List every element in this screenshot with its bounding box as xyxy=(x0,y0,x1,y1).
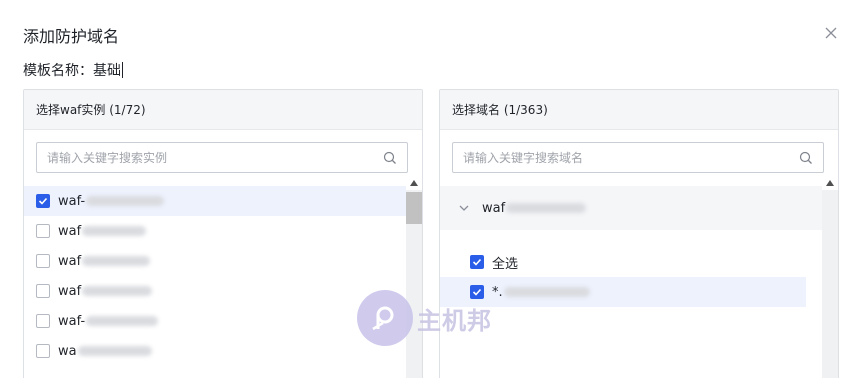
redacted-text xyxy=(77,346,152,356)
select-all-label: 全选 xyxy=(492,256,519,272)
template-name-row: 模板名称： 基础 xyxy=(23,60,123,80)
redacted-text xyxy=(82,256,151,266)
watermark: 主机邦 xyxy=(357,290,492,346)
template-name-label: 模板名称： xyxy=(23,63,93,79)
redacted-text xyxy=(503,287,590,297)
group-label: waf xyxy=(482,200,506,216)
template-name-value[interactable]: 基础 xyxy=(93,60,121,80)
instance-panel-header: 选择waf实例 (1/72) xyxy=(24,90,422,130)
search-icon[interactable] xyxy=(799,151,813,165)
redacted-text xyxy=(86,196,165,206)
checkbox[interactable] xyxy=(36,194,50,208)
chevron-down-icon[interactable] xyxy=(458,202,470,214)
list-item[interactable]: waf xyxy=(24,216,406,246)
instance-name: wa xyxy=(58,343,77,359)
instance-search[interactable] xyxy=(36,142,408,173)
list-item[interactable]: waf- xyxy=(24,186,406,216)
scroll-thumb[interactable] xyxy=(406,192,422,224)
scrollbar[interactable] xyxy=(406,176,422,378)
scrollbar[interactable] xyxy=(822,176,838,378)
watermark-logo-icon xyxy=(357,290,413,346)
checkbox[interactable] xyxy=(36,254,50,268)
list-item[interactable]: waf- xyxy=(24,306,406,336)
checkbox[interactable] xyxy=(36,224,50,238)
redacted-text xyxy=(82,286,153,296)
watermark-text: 主机邦 xyxy=(417,306,492,335)
scroll-up-arrow-icon[interactable] xyxy=(406,176,422,190)
select-all-item[interactable]: 全选 xyxy=(440,247,806,277)
domain-panel: 选择域名 (1/363) waf 全选 *. xyxy=(439,89,839,378)
domain-search-input[interactable] xyxy=(463,150,799,165)
list-item[interactable]: wa xyxy=(24,336,406,366)
redacted-text xyxy=(86,316,159,326)
text-cursor xyxy=(122,62,123,78)
domain-name: *. xyxy=(492,284,503,300)
instance-search-input[interactable] xyxy=(47,150,383,165)
checkbox[interactable] xyxy=(36,284,50,298)
search-icon[interactable] xyxy=(383,151,397,165)
scroll-up-arrow-icon[interactable] xyxy=(822,176,838,190)
domain-list: 全选 *. xyxy=(440,247,806,307)
domain-panel-header: 选择域名 (1/363) xyxy=(440,90,838,130)
checkbox[interactable] xyxy=(470,255,484,269)
domain-item[interactable]: *. xyxy=(440,277,806,307)
list-item[interactable]: waf xyxy=(24,246,406,276)
instance-list: waf- waf waf waf waf- wa xyxy=(24,186,406,366)
checkbox[interactable] xyxy=(36,344,50,358)
dialog-title: 添加防护域名 xyxy=(23,27,120,46)
instance-name: waf- xyxy=(58,193,86,209)
instance-name: waf- xyxy=(58,313,86,329)
instance-name: waf xyxy=(58,283,82,299)
instance-group-row[interactable]: waf xyxy=(440,186,822,230)
instance-name: waf xyxy=(58,223,82,239)
checkbox[interactable] xyxy=(36,314,50,328)
list-item[interactable]: waf xyxy=(24,276,406,306)
domain-search[interactable] xyxy=(452,142,824,173)
close-icon[interactable] xyxy=(822,24,840,42)
redacted-text xyxy=(506,203,587,213)
instance-name: waf xyxy=(58,253,82,269)
redacted-text xyxy=(82,226,147,236)
